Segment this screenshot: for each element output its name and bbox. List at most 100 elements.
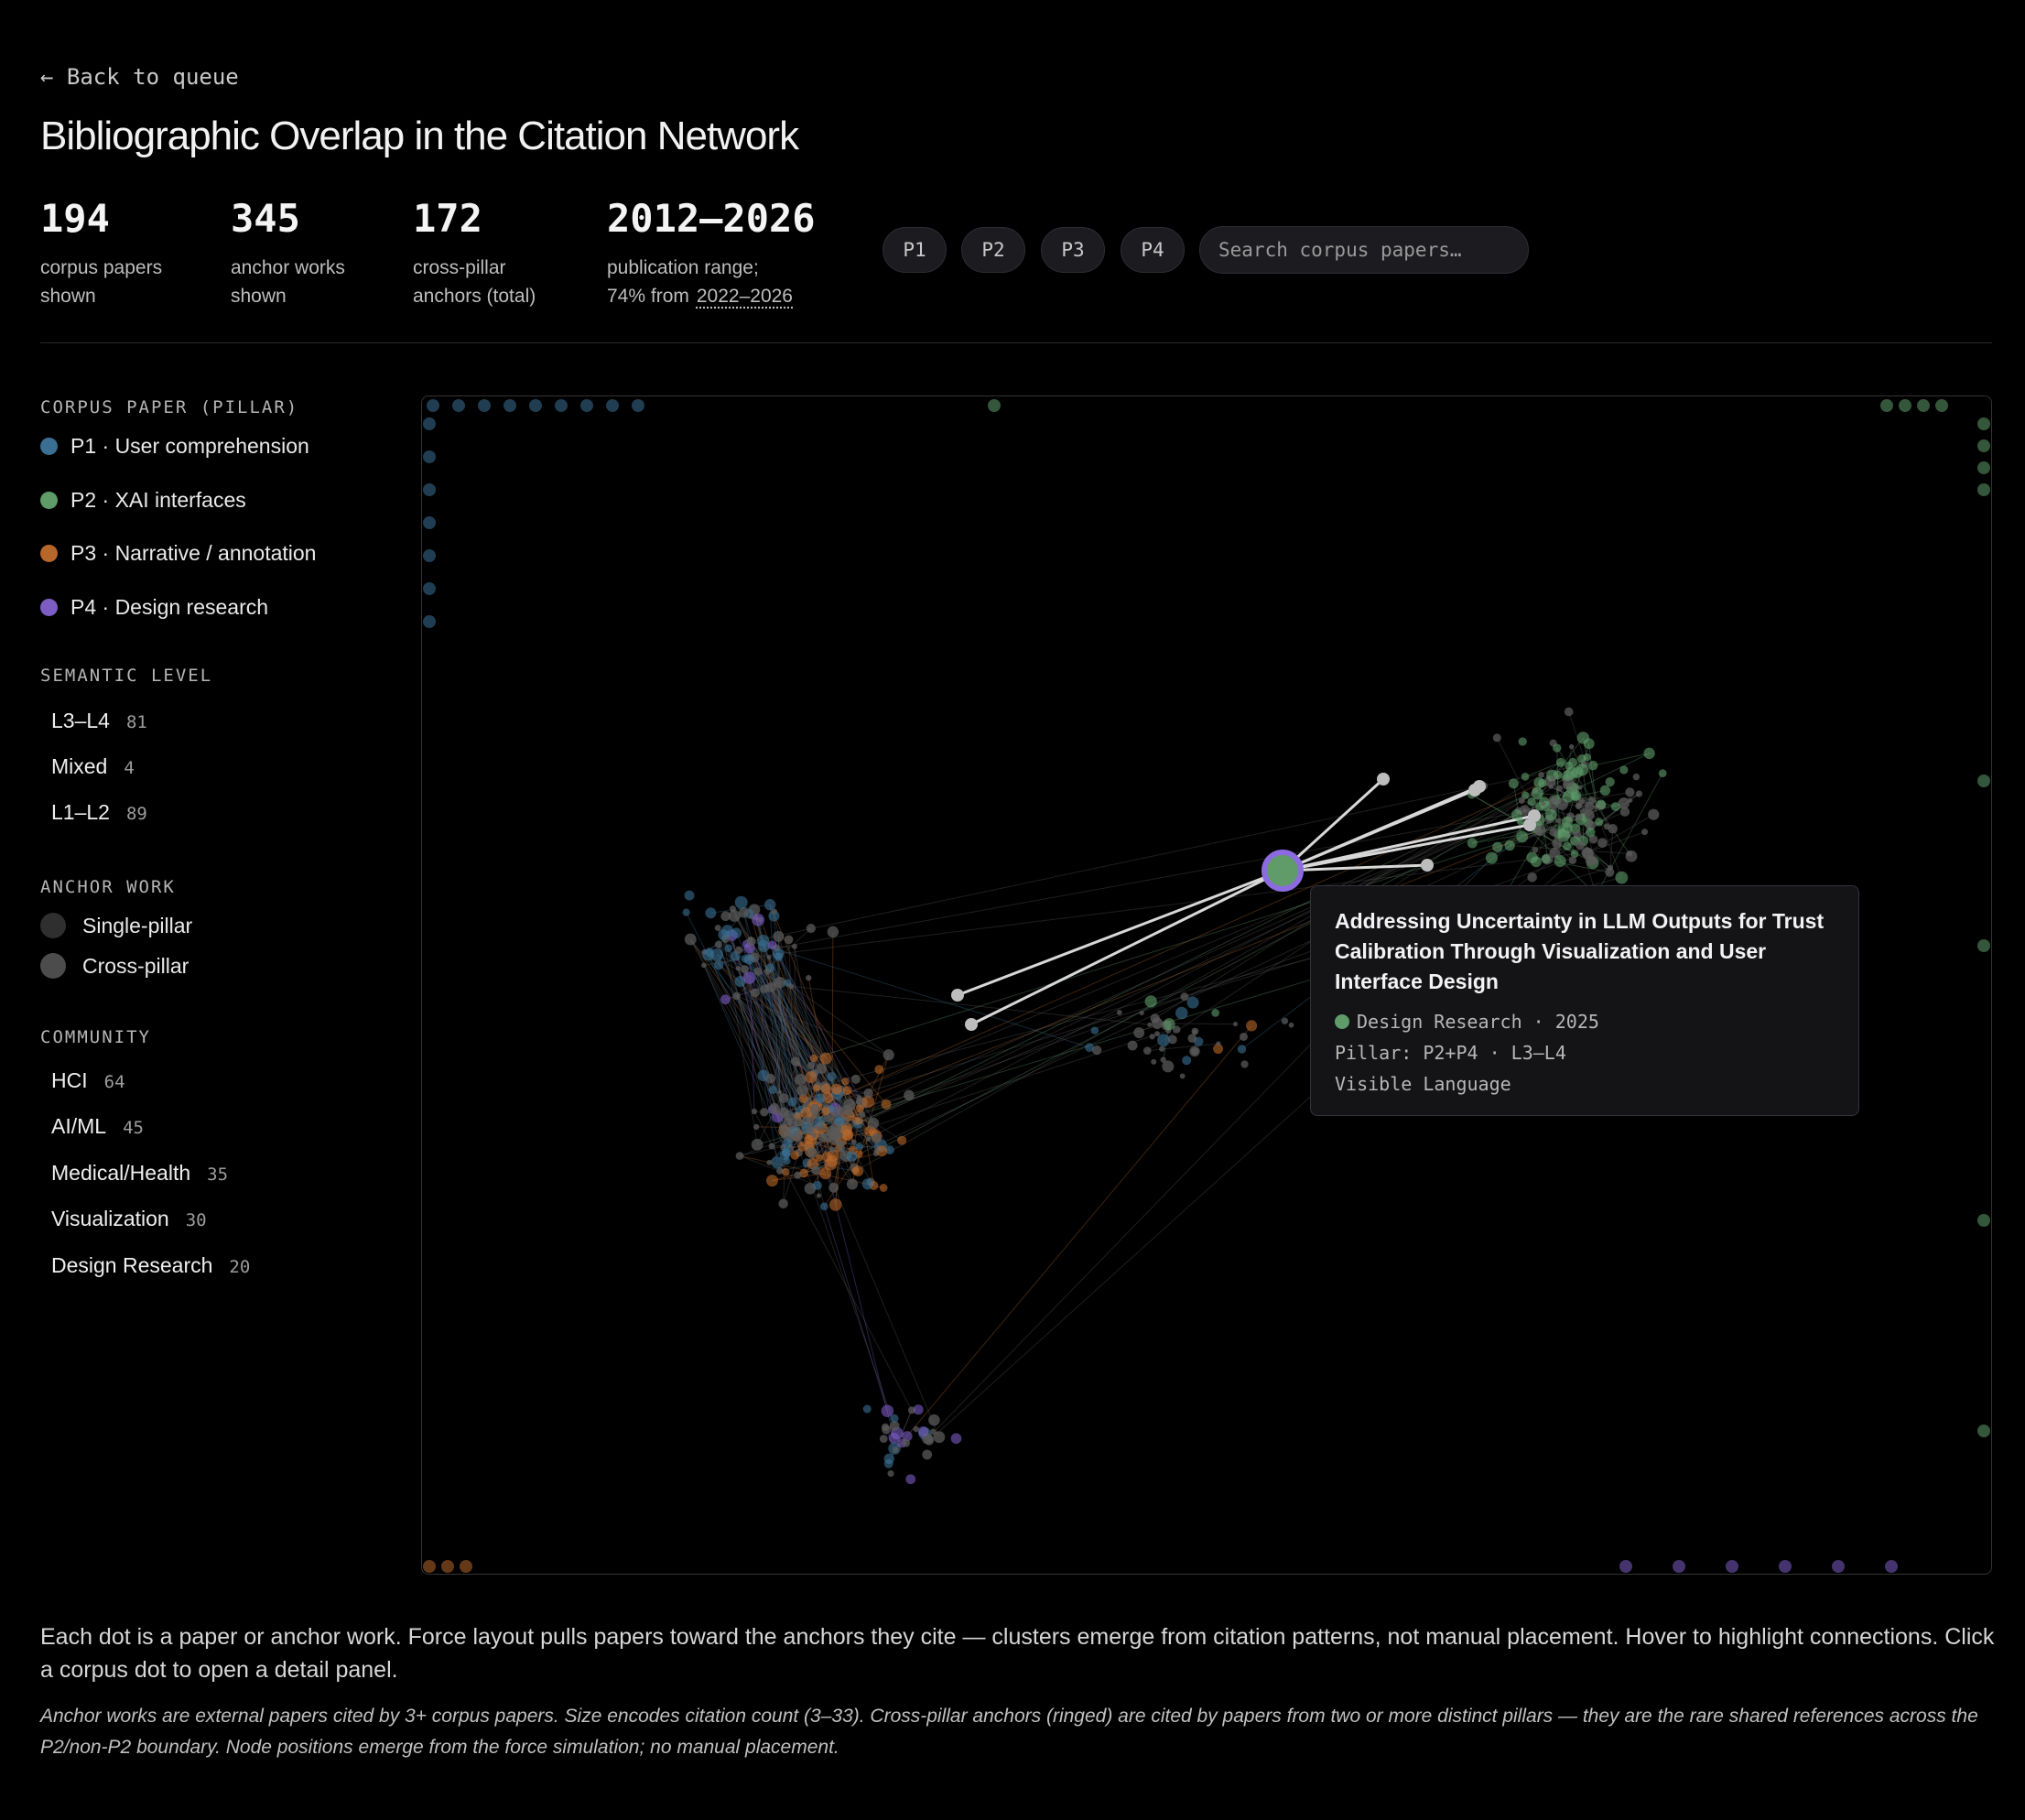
corpus-node[interactable]: [861, 1178, 873, 1190]
orphan-node[interactable]: [427, 399, 439, 412]
anchor-node[interactable]: [684, 933, 697, 946]
orphan-node[interactable]: [529, 399, 542, 412]
anchor-node[interactable]: [1585, 810, 1595, 820]
orphan-node[interactable]: [632, 399, 644, 412]
highlighted-anchor-node[interactable]: [951, 989, 964, 1002]
orphan-node[interactable]: [478, 399, 491, 412]
corpus-node[interactable]: [1085, 1043, 1094, 1053]
corpus-node[interactable]: [827, 1072, 837, 1082]
corpus-node[interactable]: [1563, 841, 1572, 850]
community-medical-health[interactable]: Medical/Health 35: [51, 1161, 228, 1186]
orphan-node[interactable]: [1917, 399, 1930, 412]
anchor-node[interactable]: [753, 1123, 760, 1131]
corpus-node[interactable]: [1516, 817, 1524, 826]
anchor-node[interactable]: [735, 946, 743, 954]
orphan-node[interactable]: [1619, 1560, 1632, 1573]
anchor-node[interactable]: [1635, 790, 1643, 797]
orphan-node[interactable]: [423, 516, 436, 529]
anchor-node[interactable]: [828, 1182, 839, 1193]
anchor-node[interactable]: [735, 1152, 744, 1160]
corpus-node[interactable]: [772, 948, 785, 960]
anchor-node[interactable]: [1632, 773, 1641, 781]
anchor-node[interactable]: [1578, 797, 1586, 805]
corpus-node[interactable]: [1492, 841, 1503, 852]
back-to-queue-link[interactable]: ← Back to queue: [40, 64, 239, 90]
anchor-node[interactable]: [816, 1193, 822, 1198]
range-link[interactable]: 2022–2026: [697, 286, 793, 307]
corpus-node[interactable]: [1518, 737, 1527, 746]
anchor-node[interactable]: [791, 1130, 803, 1143]
anchor-node[interactable]: [863, 1088, 873, 1099]
anchor-node[interactable]: [1522, 807, 1528, 813]
anchor-node[interactable]: [765, 1073, 775, 1084]
anchor-node[interactable]: [753, 967, 763, 976]
orphan-node[interactable]: [423, 417, 436, 430]
highlighted-anchor-node[interactable]: [1468, 784, 1481, 796]
anchor-node[interactable]: [760, 1108, 769, 1117]
community-ai-ml[interactable]: AI/ML 45: [51, 1114, 144, 1139]
anchor-node[interactable]: [1160, 1056, 1166, 1063]
corpus-node[interactable]: [1561, 816, 1573, 828]
corpus-node[interactable]: [1182, 1056, 1192, 1066]
anchor-node[interactable]: [1216, 1041, 1221, 1046]
corpus-node[interactable]: [1605, 776, 1615, 787]
orphan-node[interactable]: [555, 399, 568, 412]
anchor-node[interactable]: [1608, 824, 1618, 834]
anchor-node[interactable]: [1641, 829, 1649, 836]
corpus-node[interactable]: [781, 1167, 790, 1176]
corpus-node[interactable]: [720, 994, 731, 1005]
anchor-node[interactable]: [1240, 1060, 1249, 1068]
corpus-node[interactable]: [1619, 765, 1629, 775]
anchor-node[interactable]: [794, 1171, 802, 1179]
anchor-node[interactable]: [729, 905, 736, 913]
corpus-node[interactable]: [1516, 830, 1529, 843]
corpus-node[interactable]: [917, 1425, 929, 1437]
orphan-node[interactable]: [988, 399, 1001, 412]
anchor-node[interactable]: [902, 1438, 911, 1447]
anchor-node[interactable]: [746, 937, 756, 947]
anchor-node[interactable]: [1564, 707, 1574, 717]
corpus-node[interactable]: [766, 1175, 778, 1187]
corpus-node[interactable]: [782, 1138, 793, 1149]
corpus-node[interactable]: [702, 948, 715, 961]
corpus-node[interactable]: [684, 890, 695, 901]
anchor-node[interactable]: [773, 930, 785, 942]
anchor-node[interactable]: [720, 911, 731, 922]
corpus-node[interactable]: [713, 959, 724, 970]
focused-corpus-node[interactable]: [1262, 850, 1304, 892]
corpus-node[interactable]: [855, 1104, 865, 1113]
community-design-research[interactable]: Design Research 20: [51, 1253, 250, 1278]
corpus-node[interactable]: [779, 1150, 790, 1161]
corpus-node[interactable]: [950, 1433, 962, 1445]
anchor-node[interactable]: [928, 1414, 940, 1426]
anchor-node[interactable]: [806, 924, 816, 934]
corpus-node[interactable]: [1576, 731, 1590, 744]
anchor-node[interactable]: [784, 935, 794, 945]
corpus-node[interactable]: [705, 907, 717, 919]
anchor-node[interactable]: [1534, 827, 1543, 836]
anchor-node[interactable]: [1191, 1047, 1199, 1056]
orphan-node[interactable]: [1977, 775, 1990, 787]
anchor-node[interactable]: [787, 1118, 798, 1129]
anchor-node[interactable]: [805, 1125, 813, 1133]
corpus-node[interactable]: [805, 1071, 818, 1084]
corpus-node[interactable]: [862, 1404, 872, 1414]
anchor-node[interactable]: [1549, 828, 1558, 837]
semantic-level-l3-l4[interactable]: L3–L4 81: [51, 709, 147, 733]
anchor-node[interactable]: [1626, 850, 1633, 857]
corpus-node[interactable]: [819, 1052, 832, 1065]
anchor-node[interactable]: [1133, 1027, 1145, 1039]
community-hci[interactable]: HCI 64: [51, 1068, 125, 1093]
corpus-node[interactable]: [1157, 1034, 1170, 1047]
orphan-node[interactable]: [504, 399, 516, 412]
filter-p3[interactable]: P3: [1041, 227, 1105, 273]
anchor-node[interactable]: [788, 983, 795, 990]
anchor-node[interactable]: [780, 1128, 792, 1140]
orphan-node[interactable]: [1885, 1560, 1898, 1573]
corpus-node[interactable]: [757, 934, 770, 948]
anchor-node[interactable]: [879, 1435, 888, 1444]
corpus-node[interactable]: [1587, 760, 1598, 771]
anchor-node[interactable]: [714, 925, 721, 932]
anchor-node[interactable]: [732, 991, 741, 1001]
orphan-node[interactable]: [452, 399, 465, 412]
